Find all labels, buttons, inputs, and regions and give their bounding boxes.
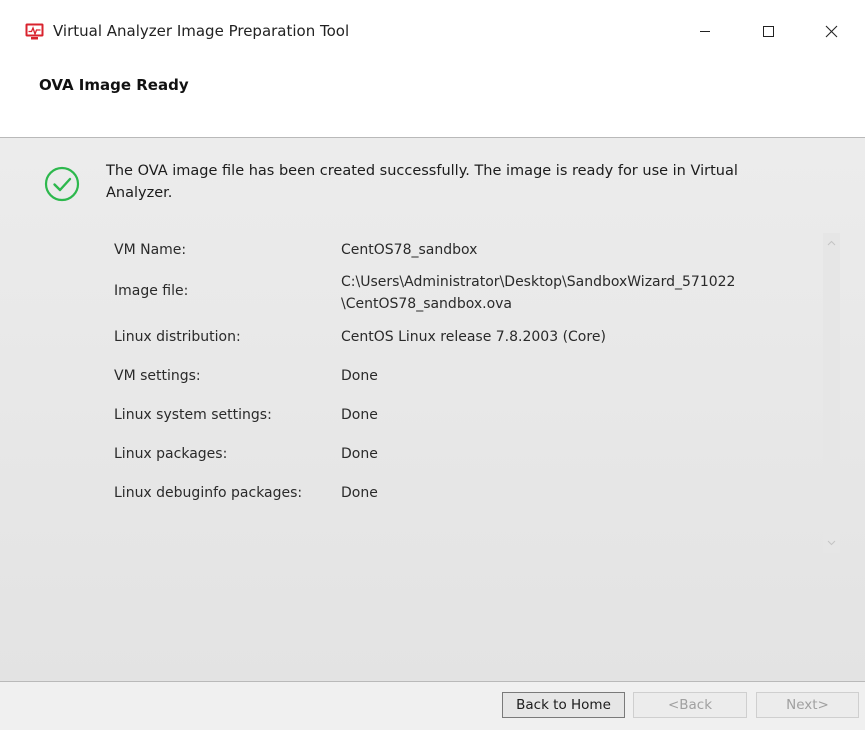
close-button[interactable]: [808, 12, 854, 50]
page-header: OVA Image Ready: [0, 62, 865, 137]
title-bar: Virtual Analyzer Image Preparation Tool: [0, 0, 865, 62]
info-scrollbar[interactable]: [823, 233, 840, 553]
row-label-linux-distribution: Linux distribution:: [114, 329, 241, 345]
row-label-vm-settings: VM settings:: [114, 368, 201, 384]
row-value-image-file-line1: C:\Users\Administrator\Desktop\SandboxWi…: [341, 274, 736, 290]
button-bar: Back to Home <Back Next>: [0, 682, 865, 730]
page-title: OVA Image Ready: [39, 76, 189, 94]
row-value-vm-settings: Done: [341, 368, 378, 384]
row-value-linux-distribution: CentOS Linux release 7.8.2003 (Core): [341, 329, 606, 345]
row-value-image-file-line2: \CentOS78_sandbox.ova: [341, 296, 513, 312]
close-icon: [825, 25, 837, 37]
maximize-icon: [762, 25, 774, 37]
row-value-vm-name: CentOS78_sandbox: [341, 242, 478, 258]
row-label-linux-packages: Linux packages:: [114, 446, 228, 462]
minimize-icon: [700, 31, 710, 32]
maximize-button[interactable]: [745, 12, 791, 50]
row-value-linux-debuginfo-packages: Done: [341, 485, 378, 501]
app-window: Virtual Analyzer Image Preparation Tool …: [0, 0, 865, 730]
window-title: Virtual Analyzer Image Preparation Tool: [53, 22, 350, 40]
minimize-button[interactable]: [682, 12, 728, 50]
scroll-up-icon[interactable]: [827, 239, 836, 248]
back-button[interactable]: <Back: [633, 692, 747, 718]
row-label-linux-system-settings: Linux system settings:: [114, 407, 272, 423]
row-value-linux-packages: Done: [341, 446, 378, 462]
status-message: The OVA image file has been created succ…: [106, 163, 738, 201]
row-value-linux-system-settings: Done: [341, 407, 378, 423]
app-monitor-icon: [25, 23, 44, 40]
scroll-down-icon[interactable]: [827, 538, 836, 547]
content-panel: The OVA image file has been created succ…: [0, 138, 865, 681]
row-label-vm-name: VM Name:: [114, 242, 187, 258]
next-button[interactable]: Next>: [756, 692, 859, 718]
row-label-linux-debuginfo-packages: Linux debuginfo packages:: [114, 485, 303, 501]
row-label-image-file: Image file:: [114, 283, 189, 299]
check-circle-icon: [44, 166, 80, 202]
back-to-home-button[interactable]: Back to Home: [502, 692, 625, 718]
